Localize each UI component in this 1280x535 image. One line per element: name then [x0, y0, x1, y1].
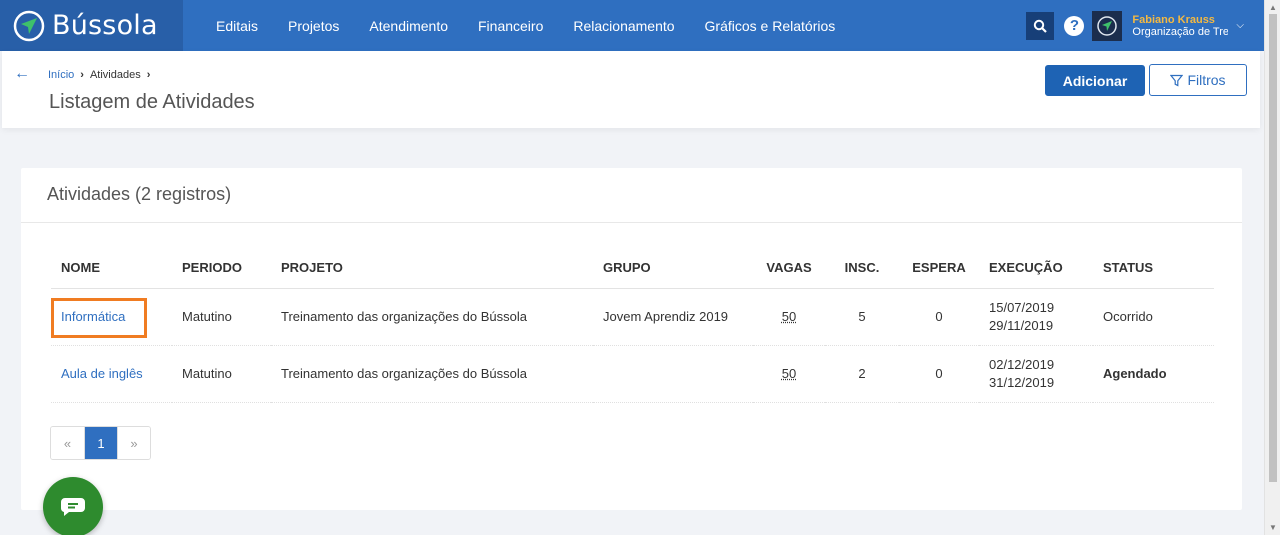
- user-menu[interactable]: Fabiano Krauss Organização de Tre: [1132, 14, 1228, 38]
- row-projeto: Treinamento das organizações do Bússola: [271, 345, 593, 403]
- row-execucao: 15/07/2019 29/11/2019: [979, 288, 1093, 346]
- breadcrumb-separator: ›: [146, 69, 151, 81]
- scroll-up-icon[interactable]: ▲: [1269, 3, 1277, 12]
- row-vagas[interactable]: 50: [782, 309, 796, 324]
- page-title: Listagem de Atividades: [49, 91, 255, 113]
- activities-table: NOME PERIODO PROJETO GRUPO VAGAS INSC. E…: [51, 248, 1214, 403]
- pagination-page-1[interactable]: 1: [84, 427, 117, 459]
- pagination-prev[interactable]: «: [51, 427, 84, 459]
- avatar[interactable]: [1092, 10, 1123, 41]
- compass-avatar-icon: [1097, 15, 1118, 36]
- row-projeto: Treinamento das organizações do Bússola: [271, 288, 593, 346]
- activity-name-link[interactable]: Aula de inglês: [61, 366, 143, 381]
- row-grupo: Jovem Aprendiz 2019: [593, 288, 753, 346]
- brand-name: Bússola: [52, 10, 158, 41]
- pagination-next[interactable]: »: [117, 427, 150, 459]
- nav-item-financeiro[interactable]: Financeiro: [463, 0, 558, 51]
- row-periodo: Matutino: [172, 288, 271, 346]
- table-header-row: NOME PERIODO PROJETO GRUPO VAGAS INSC. E…: [51, 248, 1214, 289]
- compass-logo-icon: [13, 10, 45, 41]
- main-nav: Editais Projetos Atendimento Financeiro …: [201, 0, 850, 51]
- row-periodo: Matutino: [172, 345, 271, 403]
- nav-item-atendimento[interactable]: Atendimento: [354, 0, 463, 51]
- breadcrumb-home[interactable]: Início: [48, 69, 74, 81]
- row-insc: 2: [825, 345, 899, 403]
- nav-item-projetos[interactable]: Projetos: [273, 0, 354, 51]
- row-status: Ocorrido: [1093, 288, 1214, 346]
- col-header-insc[interactable]: INSC.: [825, 248, 899, 289]
- nav-item-graficos[interactable]: Gráficos e Relatórios: [690, 0, 851, 51]
- row-execucao: 02/12/2019 31/12/2019: [979, 345, 1093, 403]
- back-arrow-icon[interactable]: ←: [14, 65, 30, 83]
- scrollbar-thumb[interactable]: [1269, 14, 1277, 482]
- col-header-vagas[interactable]: VAGAS: [753, 248, 825, 289]
- breadcrumb-separator: ›: [80, 69, 84, 81]
- row-grupo: [593, 345, 753, 403]
- exec-start-date: 15/07/2019: [989, 299, 1055, 315]
- col-header-grupo[interactable]: GRUPO: [593, 248, 753, 289]
- row-vagas-cell: 50: [753, 345, 825, 403]
- col-header-status[interactable]: STATUS: [1093, 248, 1214, 289]
- page-header: ← Início › Atividades › Listagem de Ativ…: [2, 51, 1260, 128]
- selection-highlight: [51, 297, 147, 338]
- row-vagas[interactable]: 50: [782, 366, 796, 381]
- breadcrumb: Início › Atividades ›: [48, 69, 150, 81]
- filter-button[interactable]: Filtros: [1149, 64, 1247, 96]
- row-name-cell: Informática: [51, 288, 172, 346]
- card-title: Atividades (2 registros): [47, 184, 232, 204]
- exec-start-date: 02/12/2019: [989, 356, 1055, 372]
- search-button[interactable]: [1026, 11, 1055, 40]
- col-header-nome[interactable]: NOME: [51, 248, 172, 289]
- chevron-down-icon[interactable]: ⌵: [1236, 20, 1244, 31]
- chat-button[interactable]: [43, 477, 103, 535]
- row-insc: 5: [825, 288, 899, 346]
- brand[interactable]: Bússola: [0, 0, 183, 51]
- activities-card: Atividades (2 registros) NOME PERIODO PR…: [21, 168, 1242, 510]
- col-header-espera[interactable]: ESPERA: [899, 248, 979, 289]
- top-navbar: Bússola Editais Projetos Atendimento Fin…: [0, 0, 1264, 51]
- nav-item-editais[interactable]: Editais: [201, 0, 273, 51]
- filter-icon: [1170, 74, 1184, 86]
- table-row[interactable]: Aula de inglês Matutino Treinamento das …: [51, 345, 1214, 403]
- row-status: Agendado: [1093, 345, 1214, 403]
- help-icon[interactable]: ?: [1064, 15, 1085, 36]
- col-header-periodo[interactable]: PERIODO: [172, 248, 271, 289]
- col-header-projeto[interactable]: PROJETO: [271, 248, 593, 289]
- divider: [21, 222, 1242, 223]
- add-button[interactable]: Adicionar: [1045, 65, 1145, 96]
- user-org: Organização de Tre: [1132, 25, 1229, 38]
- user-name: Fabiano Krauss: [1132, 13, 1215, 26]
- breadcrumb-current: Atividades: [89, 69, 141, 81]
- search-icon: [1034, 19, 1048, 33]
- vertical-scrollbar[interactable]: ▲ ▼: [1264, 0, 1280, 535]
- nav-item-relacionamento[interactable]: Relacionamento: [558, 0, 689, 51]
- row-espera: 0: [899, 345, 979, 403]
- table-row[interactable]: Informática Matutino Treinamento das org…: [51, 288, 1214, 346]
- pagination: « 1 »: [50, 426, 151, 460]
- scroll-down-icon[interactable]: ▼: [1269, 523, 1277, 532]
- row-vagas-cell: 50: [753, 288, 825, 346]
- filter-button-label: Filtros: [1187, 72, 1226, 88]
- col-header-execucao[interactable]: EXECUÇÃO: [979, 248, 1093, 289]
- row-name-cell: Aula de inglês: [51, 345, 172, 403]
- nav-user-area: ? Fabiano Krauss Organização de Tre ⌵: [1026, 0, 1264, 51]
- exec-end-date: 29/11/2019: [989, 317, 1054, 333]
- row-espera: 0: [899, 288, 979, 346]
- chat-bubble-icon: [60, 498, 85, 516]
- exec-end-date: 31/12/2019: [989, 374, 1055, 390]
